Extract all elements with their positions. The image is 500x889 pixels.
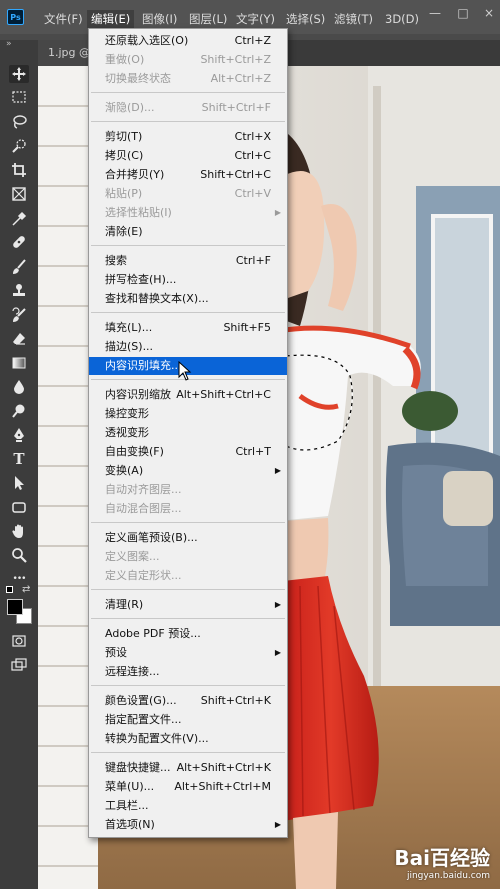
menu-item-find-replace[interactable]: 查找和替换文本(X)... bbox=[89, 290, 287, 308]
mouse-cursor-icon bbox=[178, 361, 192, 381]
menu-item-stroke[interactable]: 描边(S)... bbox=[89, 338, 287, 356]
type-tool-icon[interactable]: T bbox=[9, 450, 29, 468]
menu-item-purge[interactable]: 清理(R) ▶ bbox=[89, 596, 287, 614]
close-button[interactable]: × bbox=[482, 6, 496, 20]
menu-item-copy-merged[interactable]: 合并拷贝(Y) Shift+Ctrl+C bbox=[89, 166, 287, 184]
crop-tool-icon[interactable] bbox=[9, 161, 29, 179]
menu-item-content-aware-scale[interactable]: 内容识别缩放 Alt+Shift+Ctrl+C bbox=[89, 386, 287, 404]
watermark-brand: Bai百经验 bbox=[394, 846, 490, 870]
menu-item-define-pattern[interactable]: 定义图案... bbox=[89, 548, 287, 566]
maximize-button[interactable]: □ bbox=[456, 6, 470, 20]
menu-item-puppet-warp[interactable]: 操控变形 bbox=[89, 405, 287, 423]
quick-mask-icon[interactable] bbox=[9, 632, 29, 650]
submenu-arrow-icon: ▶ bbox=[274, 820, 281, 829]
menu-3d[interactable]: 3D(D) bbox=[385, 10, 419, 28]
minimize-button[interactable]: — bbox=[428, 6, 442, 20]
menu-item-toggle-last-state[interactable]: 切换最终状态 Alt+Ctrl+Z bbox=[89, 70, 287, 88]
menu-item-fade[interactable]: 渐隐(D)... Shift+Ctrl+F bbox=[89, 99, 287, 117]
move-tool-icon[interactable] bbox=[9, 65, 29, 83]
menu-item-transform[interactable]: 变换(A) ▶ bbox=[89, 462, 287, 480]
path-selection-tool-icon[interactable] bbox=[9, 474, 29, 492]
menu-separator bbox=[91, 685, 285, 686]
menu-item-auto-blend-layers[interactable]: 自动混合图层... bbox=[89, 500, 287, 518]
frame-tool-icon[interactable] bbox=[9, 185, 29, 203]
rectangle-tool-icon[interactable] bbox=[9, 498, 29, 516]
history-brush-tool-icon[interactable] bbox=[9, 306, 29, 324]
tools-panel: » T ••• ⇄ bbox=[0, 39, 39, 889]
menu-separator bbox=[91, 589, 285, 590]
menu-item-keyboard-shortcuts[interactable]: 键盘快捷键... Alt+Shift+Ctrl+K bbox=[89, 759, 287, 777]
menu-item-fill[interactable]: 填充(L)... Shift+F5 bbox=[89, 319, 287, 337]
zoom-tool-icon[interactable] bbox=[9, 546, 29, 564]
pen-tool-icon[interactable] bbox=[9, 426, 29, 444]
menu-separator bbox=[91, 522, 285, 523]
menu-item-clear[interactable]: 清除(E) bbox=[89, 223, 287, 241]
menu-item-paste-special[interactable]: 选择性粘贴(I) ▶ bbox=[89, 204, 287, 222]
dodge-tool-icon[interactable] bbox=[9, 402, 29, 420]
menu-type[interactable]: 文字(Y) bbox=[236, 10, 275, 28]
menu-file[interactable]: 文件(F) bbox=[44, 10, 83, 28]
menu-item-undo[interactable]: 还原载入选区(O) Ctrl+Z bbox=[89, 32, 287, 50]
menu-separator bbox=[91, 92, 285, 93]
menu-item-auto-align-layers[interactable]: 自动对齐图层... bbox=[89, 481, 287, 499]
menu-image[interactable]: 图像(I) bbox=[142, 10, 177, 28]
menu-item-toolbar[interactable]: 工具栏... bbox=[89, 797, 287, 815]
watermark-url: jingyan.baidu.com bbox=[406, 871, 490, 881]
healing-brush-tool-icon[interactable] bbox=[9, 233, 29, 251]
submenu-arrow-icon: ▶ bbox=[274, 600, 281, 609]
submenu-arrow-icon: ▶ bbox=[274, 466, 281, 475]
menu-item-presets[interactable]: 预设 ▶ bbox=[89, 644, 287, 662]
menu-item-define-brush-preset[interactable]: 定义画笔预设(B)... bbox=[89, 529, 287, 547]
baidu-watermark: Bai百经验 jingyan.baidu.com bbox=[394, 842, 490, 881]
menu-item-menus[interactable]: 菜单(U)... Alt+Shift+Ctrl+M bbox=[89, 778, 287, 796]
eraser-tool-icon[interactable] bbox=[9, 330, 29, 348]
menu-item-free-transform[interactable]: 自由变换(F) Ctrl+T bbox=[89, 443, 287, 461]
menu-item-color-settings[interactable]: 颜色设置(G)... Shift+Ctrl+K bbox=[89, 692, 287, 710]
menu-item-paste[interactable]: 粘贴(P) Ctrl+V bbox=[89, 185, 287, 203]
photoshop-logo: Ps bbox=[7, 9, 24, 25]
screen-mode-icon[interactable] bbox=[9, 656, 29, 674]
menu-select[interactable]: 选择(S) bbox=[286, 10, 325, 28]
submenu-arrow-icon: ▶ bbox=[274, 208, 281, 217]
blur-tool-icon[interactable] bbox=[9, 378, 29, 396]
marquee-tool-icon[interactable] bbox=[9, 88, 29, 106]
edit-menu-dropdown: 还原载入选区(O) Ctrl+Z 重做(O) Shift+Ctrl+Z 切换最终状态… bbox=[88, 28, 288, 838]
menu-item-copy[interactable]: 拷贝(C) Ctrl+C bbox=[89, 147, 287, 165]
menu-item-remote-connections[interactable]: 远程连接... bbox=[89, 663, 287, 681]
menu-item-redo[interactable]: 重做(O) Shift+Ctrl+Z bbox=[89, 51, 287, 69]
menu-layer[interactable]: 图层(L) bbox=[189, 10, 227, 28]
menu-item-assign-profile[interactable]: 指定配置文件... bbox=[89, 711, 287, 729]
menu-item-preferences[interactable]: 首选项(N) ▶ bbox=[89, 816, 287, 834]
menu-item-cut[interactable]: 剪切(T) Ctrl+X bbox=[89, 128, 287, 146]
menu-separator bbox=[91, 312, 285, 313]
lasso-tool-icon[interactable] bbox=[9, 113, 29, 131]
menu-separator bbox=[91, 618, 285, 619]
menu-item-adobe-pdf-presets[interactable]: Adobe PDF 预设... bbox=[89, 625, 287, 643]
menu-item-define-custom-shape[interactable]: 定义自定形状... bbox=[89, 567, 287, 585]
quick-selection-tool-icon[interactable] bbox=[9, 137, 29, 155]
menu-separator bbox=[91, 121, 285, 122]
menu-item-search[interactable]: 搜索 Ctrl+F bbox=[89, 252, 287, 270]
clone-stamp-tool-icon[interactable] bbox=[9, 282, 29, 300]
menu-edit[interactable]: 编辑(E) bbox=[87, 10, 135, 28]
menu-item-convert-to-profile[interactable]: 转换为配置文件(V)... bbox=[89, 730, 287, 748]
submenu-arrow-icon: ▶ bbox=[274, 648, 281, 657]
panel-collapse-icon[interactable]: » bbox=[6, 39, 12, 49]
default-colors-icon[interactable] bbox=[6, 586, 13, 593]
menu-item-check-spelling[interactable]: 拼写检查(H)... bbox=[89, 271, 287, 289]
menu-item-perspective-warp[interactable]: 透视变形 bbox=[89, 424, 287, 442]
swap-colors-icon[interactable]: ⇄ bbox=[22, 584, 30, 595]
menu-separator bbox=[91, 245, 285, 246]
brush-tool-icon[interactable] bbox=[9, 258, 29, 276]
menu-filter[interactable]: 滤镜(T) bbox=[334, 10, 373, 28]
foreground-color-swatch[interactable] bbox=[7, 599, 23, 615]
gradient-tool-icon[interactable] bbox=[9, 354, 29, 372]
hand-tool-icon[interactable] bbox=[9, 522, 29, 540]
menu-separator bbox=[91, 752, 285, 753]
eyedropper-tool-icon[interactable] bbox=[9, 210, 29, 228]
